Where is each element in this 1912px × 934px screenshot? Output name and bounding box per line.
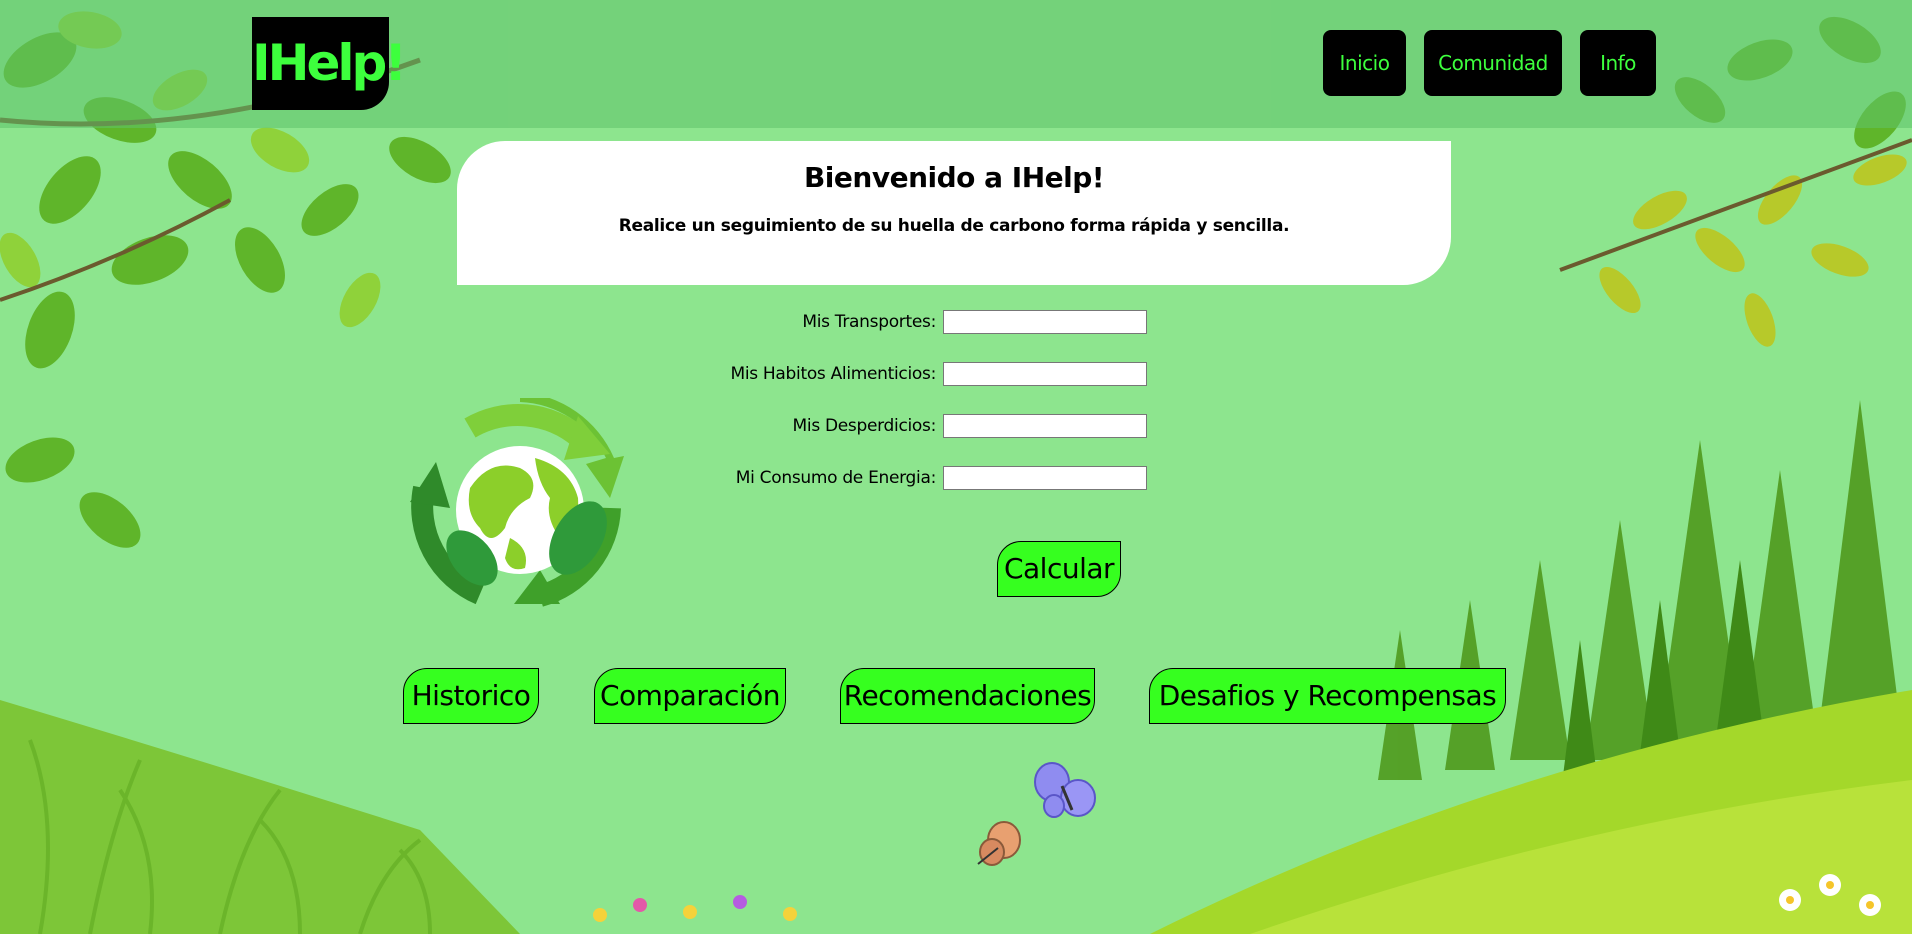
nav-comunidad-button[interactable]: Comunidad xyxy=(1424,30,1562,96)
form-row-desperdicios: Mis Desperdicios: xyxy=(700,414,1147,440)
welcome-title: Bienvenido a IHelp! xyxy=(803,161,1105,194)
welcome-card: Bienvenido a IHelp! Realice un seguimien… xyxy=(457,141,1451,285)
recomendaciones-button[interactable]: Recomendaciones xyxy=(840,668,1095,724)
butterfly-icon xyxy=(1034,762,1096,818)
welcome-subtitle: Realice un seguimiento de su huella de c… xyxy=(618,216,1290,236)
desperdicios-input[interactable] xyxy=(943,414,1147,438)
form-row-habitos: Mis Habitos Alimenticios: xyxy=(700,362,1147,388)
nav-inicio-button[interactable]: Inicio xyxy=(1323,30,1406,96)
form-row-energia: Mi Consumo de Energia: xyxy=(700,466,1147,492)
habitos-label: Mis Habitos Alimenticios: xyxy=(730,364,936,384)
transportes-input[interactable] xyxy=(943,310,1147,334)
butterfly-icon xyxy=(977,821,1021,866)
transportes-label: Mis Transportes: xyxy=(802,312,936,332)
comparacion-button[interactable]: Comparación xyxy=(594,668,786,724)
energia-input[interactable] xyxy=(943,466,1147,490)
site-logo[interactable]: IHelp! xyxy=(252,17,407,110)
form-row-transportes: Mis Transportes: xyxy=(700,310,1147,336)
desafios-recompensas-button[interactable]: Desafios y Recompensas xyxy=(1149,668,1506,724)
recycle-globe-icon xyxy=(410,398,624,607)
habitos-input[interactable] xyxy=(943,362,1147,386)
nav-info-button[interactable]: Info xyxy=(1580,30,1656,96)
calcular-button[interactable]: Calcular xyxy=(997,541,1121,597)
energia-label: Mi Consumo de Energia: xyxy=(735,468,937,488)
desperdicios-label: Mis Desperdicios: xyxy=(792,416,937,436)
historico-button[interactable]: Historico xyxy=(403,668,539,724)
